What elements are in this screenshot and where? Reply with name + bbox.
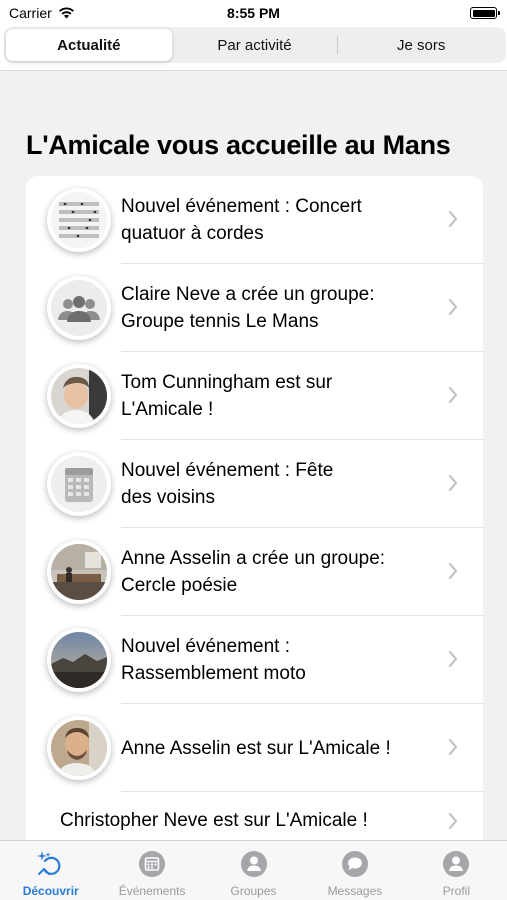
feed-avatar bbox=[47, 452, 111, 516]
messages-icon bbox=[340, 849, 370, 879]
feed-avatar bbox=[47, 364, 111, 428]
feed-avatar bbox=[47, 188, 111, 252]
feed-row[interactable]: Nouvel événement : Fête des voisins bbox=[26, 440, 483, 528]
activity-feed: Nouvel événement : Concert quatuor à cord… bbox=[26, 176, 483, 840]
feed-row[interactable]: Claire Neve a crée un groupe: Groupe tenn… bbox=[26, 264, 483, 352]
status-bar: Carrier 8:55 PM bbox=[0, 0, 507, 26]
tab-profil[interactable]: Profil bbox=[406, 841, 507, 900]
feed-text: Nouvel événement : Rassemblement moto bbox=[121, 616, 441, 704]
chevron-right-icon bbox=[448, 562, 458, 580]
calendar-icon bbox=[51, 456, 107, 512]
tab-label: Groupes bbox=[230, 884, 277, 898]
feed-line-2: Rassemblement moto bbox=[121, 663, 306, 684]
user-photo bbox=[51, 720, 107, 776]
segmented-control: Actualité Par activité Je sors bbox=[4, 27, 506, 63]
feed-row[interactable]: Anne Asselin a crée un groupe: Cercle poé… bbox=[26, 528, 483, 616]
group-icon bbox=[51, 280, 107, 336]
feed-text: Claire Neve a crée un groupe: Groupe tenn… bbox=[121, 264, 441, 352]
feed-row[interactable]: Nouvel événement : Concert quatuor à cord… bbox=[26, 176, 483, 264]
segment-par-activite[interactable]: Par activité bbox=[172, 29, 338, 61]
feed-row[interactable]: Christopher Neve est sur L'Amicale ! bbox=[26, 792, 483, 840]
feed-line-2: L'Amicale ! bbox=[121, 399, 214, 420]
segment-je-sors[interactable]: Je sors bbox=[338, 29, 504, 61]
sheet-music-thumbnail bbox=[51, 192, 107, 248]
feed-row[interactable]: Anne Asselin est sur L'Amicale ! bbox=[26, 704, 483, 792]
chevron-right-icon bbox=[448, 210, 458, 228]
tab-label: Événements bbox=[118, 884, 186, 898]
room-photo bbox=[51, 544, 107, 600]
page-title: L'Amicale vous accueille au Mans bbox=[26, 130, 451, 160]
header-divider bbox=[0, 70, 507, 71]
tab-label: Profil bbox=[442, 884, 470, 898]
chevron-right-icon bbox=[448, 812, 458, 830]
chevron-right-icon bbox=[448, 474, 458, 492]
feed-line-1: Nouvel événement : Concert bbox=[121, 196, 362, 217]
discover-icon bbox=[36, 849, 66, 879]
feed-avatar bbox=[47, 716, 111, 780]
feed-line-2: Groupe tennis Le Mans bbox=[121, 311, 319, 332]
profile-icon bbox=[441, 849, 471, 879]
feed-text: Christopher Neve est sur L'Amicale ! bbox=[60, 792, 440, 840]
feed-line-2: des voisins bbox=[121, 487, 215, 508]
feed-row[interactable]: Tom Cunningham est sur L'Amicale ! bbox=[26, 352, 483, 440]
segment-bar: Actualité Par activité Je sors bbox=[0, 26, 507, 70]
feed-line-2: quatuor à cordes bbox=[121, 223, 264, 244]
tab-decouvrir[interactable]: Découvrir bbox=[0, 841, 101, 900]
feed-avatar bbox=[47, 276, 111, 340]
feed-line-1: Claire Neve a crée un groupe: bbox=[121, 284, 375, 305]
feed-line-2: Cercle poésie bbox=[121, 575, 238, 596]
tab-messages[interactable]: Messages bbox=[304, 841, 405, 900]
feed-line-1: Christopher Neve est sur L'Amicale ! bbox=[60, 809, 368, 831]
chevron-right-icon bbox=[448, 650, 458, 668]
groups-icon bbox=[239, 849, 269, 879]
user-photo bbox=[51, 368, 107, 424]
feed-line-1: Anne Asselin est sur L'Amicale ! bbox=[121, 737, 391, 759]
feed-line-1: Nouvel événement : bbox=[121, 636, 290, 657]
events-icon bbox=[137, 849, 167, 879]
tab-groupes[interactable]: Groupes bbox=[203, 841, 304, 900]
feed-text: Anne Asselin est sur L'Amicale ! bbox=[121, 704, 441, 792]
chevron-right-icon bbox=[448, 386, 458, 404]
feed-text: Anne Asselin a crée un groupe: Cercle poé… bbox=[121, 528, 441, 616]
feed-text: Nouvel événement : Fête des voisins bbox=[121, 440, 441, 528]
feed-row[interactable]: Nouvel événement : Rassemblement moto bbox=[26, 616, 483, 704]
chevron-right-icon bbox=[448, 738, 458, 756]
tab-label: Messages bbox=[327, 884, 383, 898]
feed-text: Tom Cunningham est sur L'Amicale ! bbox=[121, 352, 441, 440]
feed-line-1: Tom Cunningham est sur bbox=[121, 372, 333, 393]
tab-bar: Découvrir Événements Groupes Messages Pr… bbox=[0, 840, 507, 900]
feed-avatar bbox=[47, 540, 111, 604]
feed-line-1: Anne Asselin a crée un groupe: bbox=[121, 548, 386, 569]
landscape-photo bbox=[51, 632, 107, 688]
status-time: 8:55 PM bbox=[227, 5, 280, 21]
feed-text: Nouvel événement : Concert quatuor à cord… bbox=[121, 176, 441, 264]
battery-icon bbox=[470, 7, 500, 19]
chevron-right-icon bbox=[448, 298, 458, 316]
feed-line-1: Nouvel événement : Fête bbox=[121, 460, 334, 481]
tab-evenements[interactable]: Événements bbox=[101, 841, 202, 900]
segment-actualite[interactable]: Actualité bbox=[6, 29, 172, 61]
feed-avatar bbox=[47, 628, 111, 692]
tab-label: Découvrir bbox=[22, 884, 79, 898]
